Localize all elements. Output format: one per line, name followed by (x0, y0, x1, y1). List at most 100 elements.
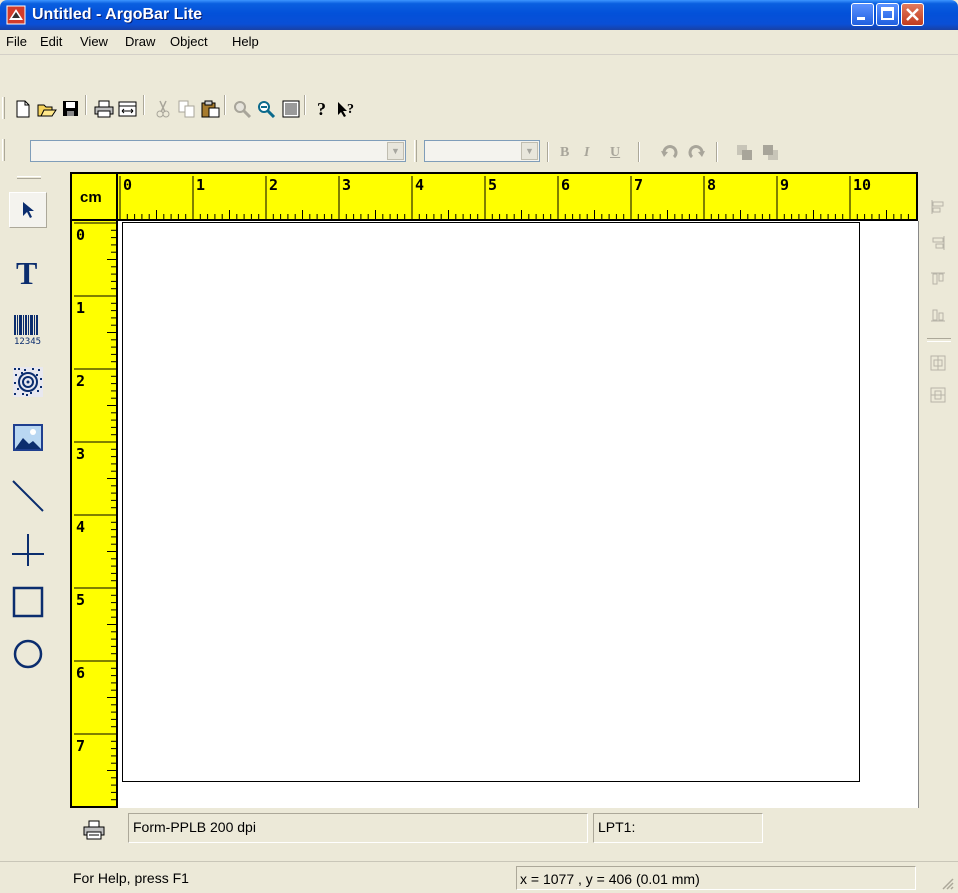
ruler-number: 6 (561, 176, 571, 194)
align-left-button[interactable] (927, 196, 949, 218)
cut-button[interactable] (152, 98, 174, 120)
select-tool-button[interactable] (9, 192, 47, 228)
ruler-number: 4 (76, 518, 86, 536)
barcode-tool-button[interactable]: 12345 (9, 312, 47, 348)
grid-icon (282, 100, 300, 118)
standard-toolbar: ? ? (0, 92, 958, 130)
center-horizontal-button[interactable] (927, 384, 949, 406)
svg-text:T: T (16, 256, 37, 288)
align-bottom-button[interactable] (927, 304, 949, 326)
ruler-number: 2 (269, 176, 279, 194)
font-name-combo[interactable]: ▼ (30, 140, 406, 162)
toolbar-separator (547, 142, 549, 162)
align-left-icon (931, 200, 944, 214)
toolbar-grip[interactable] (2, 139, 5, 161)
send-to-back-button[interactable] (760, 142, 782, 164)
context-help-button[interactable]: ? (336, 98, 358, 120)
align-right-icon (932, 236, 945, 250)
printer-setup-button[interactable] (80, 816, 108, 844)
menu-file[interactable]: File (6, 34, 27, 49)
print-icon (94, 100, 114, 118)
ruler-number: 10 (853, 176, 872, 194)
toolbar-separator (85, 95, 87, 115)
menu-help[interactable]: Help (232, 34, 259, 49)
help-button[interactable]: ? (312, 98, 334, 120)
chevron-down-icon[interactable]: ▼ (387, 142, 404, 160)
maximize-button[interactable] (876, 3, 899, 26)
send-to-back-icon (763, 145, 778, 160)
ruler-corner: cm (70, 172, 118, 221)
menu-object[interactable]: Object (170, 34, 208, 49)
copy-button[interactable] (176, 98, 198, 120)
line-tool-button[interactable] (9, 478, 47, 514)
ruler-number: 3 (76, 445, 86, 463)
image-tool-button[interactable] (9, 420, 47, 456)
2d-barcode-tool-icon (13, 367, 43, 397)
resize-grip-icon[interactable] (940, 876, 954, 890)
printer-form-field: Form-PPLB 200 dpi (128, 813, 588, 843)
ruler-number: 5 (76, 591, 86, 609)
status-coordinates: x = 1077 , y = 406 (0.01 mm) (516, 866, 916, 890)
underline-button[interactable]: U (610, 145, 620, 161)
zoom-out-icon (258, 101, 276, 118)
menu-draw[interactable]: Draw (125, 34, 155, 49)
toolbar-separator (224, 95, 226, 115)
ruler-number: 6 (76, 664, 86, 682)
close-button[interactable] (901, 3, 924, 26)
toolbar-separator (143, 95, 145, 115)
italic-button[interactable]: I (584, 145, 589, 161)
bold-button[interactable]: B (560, 145, 569, 161)
drawing-tools-palette: T 12345 (3, 176, 65, 692)
status-bar: For Help, press F1 x = 1077 , y = 406 (0… (0, 861, 958, 893)
ruler-number: 0 (76, 226, 86, 244)
rectangle-tool-icon (12, 586, 44, 618)
minimize-button[interactable] (851, 3, 874, 26)
toolbar-grip[interactable] (17, 176, 41, 179)
rotate-left-icon (661, 145, 678, 159)
2d-barcode-tool-button[interactable] (9, 364, 47, 400)
toolbar-grip[interactable] (414, 140, 417, 162)
open-button[interactable] (36, 98, 58, 120)
menu-view[interactable]: View (80, 34, 108, 49)
horizontal-ruler: 0 1 2 3 4 5 6 7 8 9 10 (118, 172, 918, 221)
menu-edit[interactable]: Edit (40, 34, 62, 49)
print-button[interactable] (93, 98, 115, 120)
center-vertical-button[interactable] (927, 352, 949, 374)
line-tool-icon (12, 480, 44, 512)
chevron-down-icon[interactable]: ▼ (521, 142, 538, 160)
text-tool-button[interactable]: T (9, 254, 47, 290)
zoom-out-button[interactable] (256, 98, 278, 120)
zoom-in-icon (234, 101, 252, 118)
maximize-icon (881, 7, 894, 20)
vertical-ruler: 0 1 2 3 4 5 6 7 (70, 221, 118, 808)
rotate-left-button[interactable] (658, 142, 680, 164)
font-size-combo[interactable]: ▼ (424, 140, 540, 162)
zoom-in-button[interactable] (232, 98, 254, 120)
bring-to-front-icon (737, 145, 752, 160)
save-button[interactable] (60, 98, 82, 120)
ellipse-tool-button[interactable] (9, 636, 47, 672)
align-top-button[interactable] (927, 268, 949, 290)
bring-to-front-button[interactable] (734, 142, 756, 164)
page-setup-button[interactable] (117, 98, 139, 120)
status-help-text: For Help, press F1 (73, 870, 189, 886)
align-right-button[interactable] (927, 232, 949, 254)
barcode-tool-icon: 12345 (14, 315, 41, 347)
ruler-unit: cm (80, 189, 102, 206)
cross-tool-icon (12, 534, 44, 566)
new-button[interactable] (12, 98, 34, 120)
title-bar[interactable]: Untitled - ArgoBar Lite (0, 0, 958, 30)
rectangle-tool-button[interactable] (9, 584, 47, 620)
new-icon (16, 100, 30, 118)
help-icon: ? (317, 100, 326, 118)
grid-button[interactable] (280, 98, 302, 120)
text-tool-icon: T (16, 256, 37, 288)
rotate-right-button[interactable] (686, 142, 708, 164)
cross-tool-button[interactable] (9, 532, 47, 568)
ruler-number: 0 (123, 176, 133, 194)
toolbar-grip[interactable] (2, 97, 5, 119)
paste-button[interactable] (200, 98, 222, 120)
svg-text:?: ? (347, 102, 354, 117)
toolbar-separator (716, 142, 718, 162)
label-area[interactable] (122, 222, 860, 782)
